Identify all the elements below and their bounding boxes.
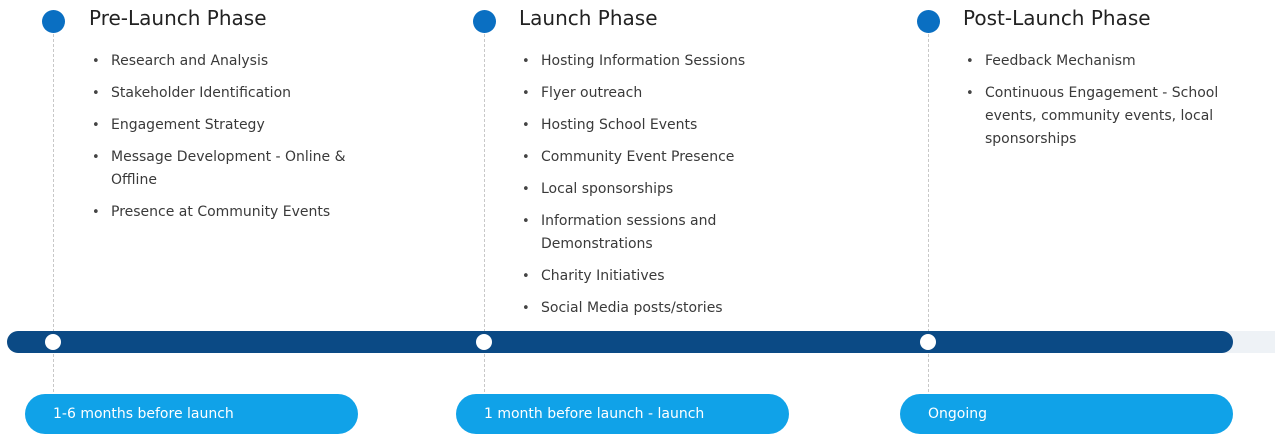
timeframe-pill-pre-launch: 1-6 months before launch xyxy=(25,394,358,434)
list-item: Research and Analysis xyxy=(89,50,369,73)
timeframe-pill-launch: 1 month before launch - launch xyxy=(456,394,789,434)
timeline-bar xyxy=(7,331,1233,353)
list-item: Community Event Presence xyxy=(519,146,769,169)
phase-title-launch: Launch Phase xyxy=(519,6,658,30)
timeline-node-post-launch xyxy=(920,334,936,350)
phase-title-pre-launch: Pre-Launch Phase xyxy=(89,6,267,30)
phase-marker-post-launch xyxy=(917,10,940,33)
list-item: Hosting Information Sessions xyxy=(519,50,769,73)
roadmap-diagram: Pre-Launch Phase Research and Analysis S… xyxy=(0,0,1275,434)
phase-title-post-launch: Post-Launch Phase xyxy=(963,6,1151,30)
list-item: Feedback Mechanism xyxy=(963,50,1233,73)
list-item: Engagement Strategy xyxy=(89,114,369,137)
list-item: Social Media posts/stories xyxy=(519,297,769,320)
list-item: Local sponsorships xyxy=(519,178,769,201)
list-item: Charity Initiatives xyxy=(519,265,769,288)
phase-list-post-launch: Feedback Mechanism Continuous Engagement… xyxy=(963,50,1233,160)
phase-list-pre-launch: Research and Analysis Stakeholder Identi… xyxy=(89,50,369,233)
list-item: Hosting School Events xyxy=(519,114,769,137)
timeline-node-launch xyxy=(476,334,492,350)
list-item: Stakeholder Identification xyxy=(89,82,369,105)
timeline-node-pre-launch xyxy=(45,334,61,350)
phase-marker-launch xyxy=(473,10,496,33)
phase-marker-pre-launch xyxy=(42,10,65,33)
list-item: Message Development - Online & Offline xyxy=(89,146,369,192)
timeframe-pill-post-launch: Ongoing xyxy=(900,394,1233,434)
list-item: Flyer outreach xyxy=(519,82,769,105)
phase-list-launch: Hosting Information Sessions Flyer outre… xyxy=(519,50,769,329)
list-item: Information sessions and Demonstrations xyxy=(519,210,769,256)
list-item: Continuous Engagement - School events, c… xyxy=(963,82,1233,151)
list-item: Presence at Community Events xyxy=(89,201,369,224)
